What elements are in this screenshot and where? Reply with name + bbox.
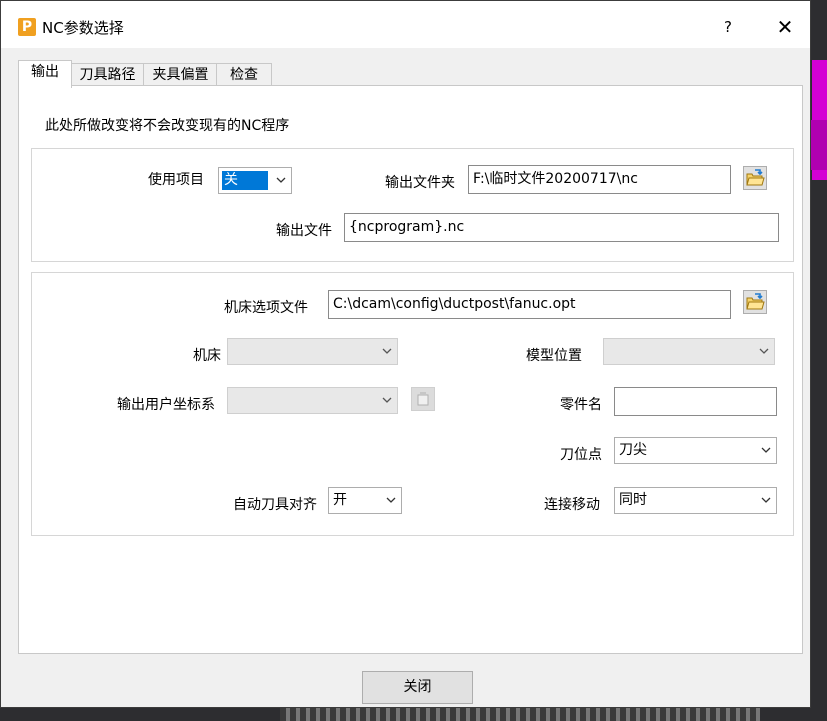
output-ucs-select[interactable]: [227, 387, 398, 414]
output-ucs-label: 输出用户坐标系: [117, 397, 215, 413]
chevron-down-icon: [382, 348, 392, 354]
notice-text: 此处所做改变将不会改变现有的NC程序: [45, 118, 290, 134]
window-title: NC参数选择: [42, 19, 124, 37]
close-button[interactable]: 关闭: [362, 671, 473, 704]
browse-output-folder-button[interactable]: [743, 166, 767, 190]
auto-tool-align-select[interactable]: 开: [328, 487, 402, 514]
auto-tool-align-value: 开: [333, 492, 347, 508]
nc-parameter-dialog: P NC参数选择 ? ✕ 输出 刀具路径 夹具偏置 检查 此处所做改变将不会改变…: [0, 0, 811, 708]
ucs-picker-button[interactable]: [411, 387, 435, 411]
output-file-input[interactable]: {ncprogram}.nc: [344, 213, 779, 242]
output-file-label: 输出文件: [276, 223, 332, 239]
chevron-down-icon: [759, 348, 769, 354]
use-item-select[interactable]: 关: [218, 167, 292, 194]
tool-point-label: 刀位点: [560, 447, 602, 463]
machine-option-file-input[interactable]: C:\dcam\config\ductpost\fanuc.opt: [328, 290, 731, 319]
use-item-selected-value: 关: [222, 171, 268, 190]
use-item-label: 使用项目: [148, 172, 204, 188]
title-bar: P NC参数选择 ? ✕: [1, 1, 810, 48]
output-folder-input[interactable]: F:\临时文件20200717\nc: [468, 165, 731, 194]
browse-machine-option-button[interactable]: [743, 290, 767, 314]
machine-group: 机床选项文件 C:\dcam\config\ductpost\fanuc.opt…: [31, 272, 794, 536]
tab-fixture-offset[interactable]: 夹具偏置: [143, 63, 218, 87]
connect-move-value: 同时: [619, 492, 647, 508]
chevron-down-icon: [761, 497, 771, 503]
chevron-down-icon: [386, 497, 396, 503]
tool-point-select[interactable]: 刀尖: [614, 437, 777, 464]
tab-toolpath[interactable]: 刀具路径: [70, 63, 145, 87]
help-button[interactable]: ?: [716, 15, 740, 39]
background-taskbar-pattern: [280, 708, 760, 721]
machine-label: 机床: [193, 348, 221, 364]
folder-open-icon: [746, 293, 765, 310]
tool-point-value: 刀尖: [619, 442, 647, 458]
workplane-icon: [417, 392, 429, 406]
output-tab-panel: 此处所做改变将不会改变现有的NC程序 使用项目 关 输出文件夹 F:\临时文件2…: [18, 85, 803, 654]
machine-select[interactable]: [227, 338, 398, 365]
powermill-app-icon: P: [18, 18, 36, 36]
tab-output[interactable]: 输出: [18, 60, 72, 88]
part-name-label: 零件名: [560, 397, 602, 413]
chevron-down-icon: [276, 177, 286, 183]
connect-move-select[interactable]: 同时: [614, 487, 777, 514]
model-position-select[interactable]: [603, 338, 775, 365]
machine-option-file-label: 机床选项文件: [224, 300, 308, 316]
model-position-label: 模型位置: [526, 348, 582, 364]
chevron-down-icon: [382, 397, 392, 403]
close-window-button[interactable]: ✕: [771, 15, 799, 39]
tab-check[interactable]: 检查: [216, 63, 272, 87]
connect-move-label: 连接移动: [544, 497, 600, 513]
part-name-input[interactable]: [614, 387, 777, 416]
chevron-down-icon: [761, 447, 771, 453]
auto-tool-align-label: 自动刀具对齐: [233, 497, 317, 513]
output-folder-label: 输出文件夹: [385, 175, 455, 191]
output-group: 使用项目 关 输出文件夹 F:\临时文件20200717\nc 输出文件 {nc…: [31, 148, 794, 262]
folder-open-icon: [746, 169, 765, 186]
